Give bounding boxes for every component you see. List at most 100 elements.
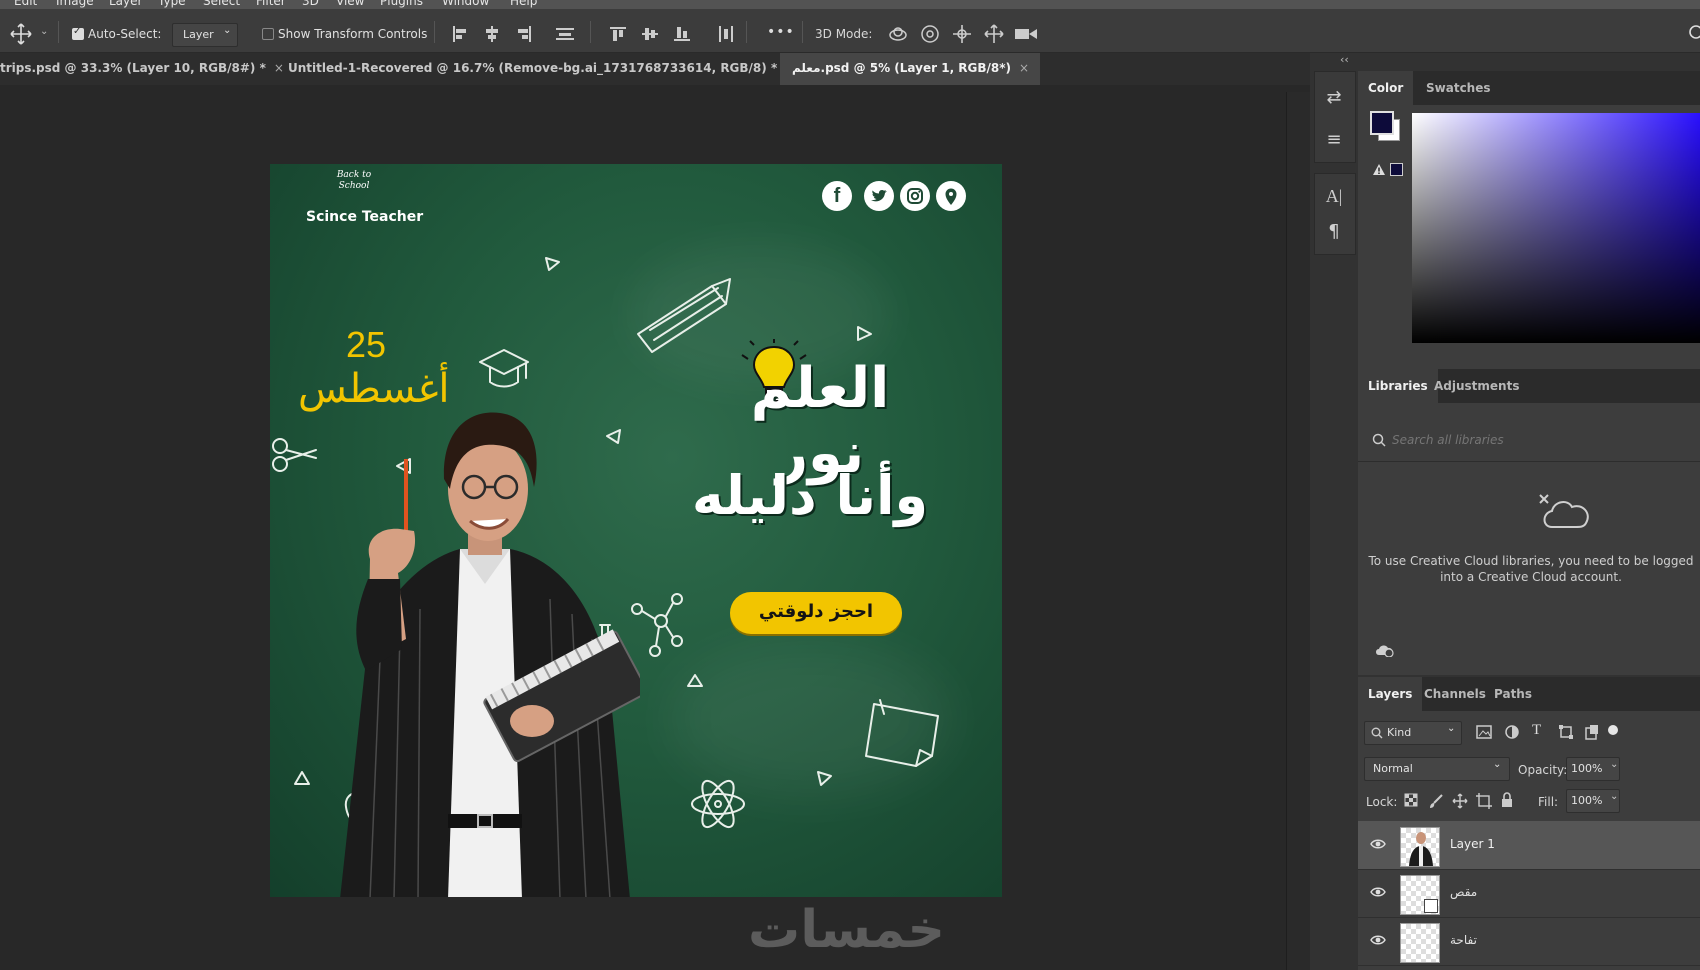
menu-edit[interactable]: Edit [14, 0, 37, 8]
search-icon[interactable] [1688, 24, 1700, 44]
teacher-photo [340, 412, 640, 897]
tab-moalem[interactable]: معلم.psd @ 5% (Layer 1, RGB/8*) × [780, 53, 1040, 85]
layers-panel: Kind ⌄ T Normal ⌄ Opacity: 100% ⌄ Lock: … [1358, 711, 1700, 970]
3d-mode-label: 3D Mode: [815, 27, 873, 41]
orbit-3d-icon[interactable] [888, 24, 908, 44]
cloud-offline-icon [1376, 645, 1394, 657]
close-icon[interactable]: × [1019, 61, 1029, 75]
layer-name: تفاحة [1450, 933, 1477, 947]
layer-kind-filter[interactable]: Kind ⌄ [1364, 721, 1462, 745]
layer-row-apple[interactable]: تفاحة [1358, 917, 1700, 966]
move-tool-icon[interactable] [10, 23, 32, 45]
eye-visibility-icon[interactable] [1370, 836, 1386, 852]
canvas-scrollbar[interactable] [1286, 92, 1311, 970]
filter-image-icon[interactable] [1476, 725, 1492, 739]
cta-button: احجز دلوقتي [730, 592, 902, 634]
align-middle-icon[interactable] [642, 26, 658, 42]
warning-icon [1373, 164, 1385, 175]
tab-trips[interactable]: trips.psd @ 33.3% (Layer 10, RGB/8#) * × [0, 53, 284, 85]
tab-adjustments[interactable]: Adjustments [1424, 369, 1529, 403]
chevron-down-icon[interactable]: ⌄ [1610, 759, 1618, 770]
menu-bar: Edit Image Layer Type Select Filter 3D V… [0, 0, 1700, 9]
menu-window[interactable]: Window [442, 0, 489, 8]
event-day: 25 [346, 324, 387, 365]
show-transform-checkbox[interactable] [262, 28, 274, 40]
filter-smart-object-icon[interactable] [1584, 724, 1600, 740]
eye-visibility-icon[interactable] [1370, 932, 1386, 948]
show-transform-label: Show Transform Controls [278, 27, 428, 41]
align-top-icon[interactable] [610, 26, 626, 42]
color-picker-field[interactable] [1412, 113, 1700, 343]
layer-thumbnail [1400, 923, 1440, 963]
slide-3d-icon[interactable] [984, 24, 1004, 44]
menu-filter[interactable]: Filter [256, 0, 286, 8]
graduation-cap-icon [479, 349, 529, 388]
align-center-h-icon[interactable] [484, 26, 500, 42]
lock-artboard-icon[interactable] [1476, 793, 1492, 809]
tab-layers[interactable]: Layers [1358, 677, 1423, 711]
layer-name: Layer 1 [1450, 837, 1495, 851]
roll-3d-icon[interactable] [920, 24, 940, 44]
menu-help[interactable]: Help [510, 0, 537, 8]
character-icon[interactable]: A| [1321, 183, 1347, 209]
auto-select-dropdown[interactable]: Layer ⌄ [172, 23, 238, 47]
right-panel-dock: Color Swatches Libraries Adjustments To … [1358, 53, 1700, 970]
gamut-color-swatch[interactable] [1390, 163, 1403, 176]
lock-pixels-brush-icon[interactable] [1428, 793, 1444, 809]
foreground-color-swatch[interactable] [1370, 111, 1394, 135]
eye-visibility-icon[interactable] [1370, 884, 1386, 900]
align-bottom-icon[interactable] [674, 26, 690, 42]
collapse-panels-icon[interactable]: ‹‹ [1340, 53, 1349, 66]
distribute-icon[interactable] [556, 26, 574, 42]
atom-doodle-icon [691, 779, 745, 829]
layer-row-scissors[interactable]: مقص [1358, 869, 1700, 918]
lock-transparent-icon[interactable] [1404, 793, 1418, 807]
document-canvas[interactable]: Back to School Scince Teacher f 25 أغسطس… [270, 164, 1002, 897]
pan-3d-icon[interactable] [952, 24, 972, 44]
tab-color[interactable]: Color [1358, 71, 1414, 105]
libraries-panel: To use Creative Cloud libraries, you nee… [1358, 403, 1700, 675]
layer-row-layer-1[interactable]: Layer 1 [1358, 821, 1700, 870]
tab-paths[interactable]: Paths [1484, 677, 1542, 711]
chevron-down-icon[interactable]: ⌄ [1610, 791, 1618, 802]
menu-3d[interactable]: 3D [302, 0, 319, 8]
lock-position-icon[interactable] [1452, 793, 1468, 809]
auto-select-checkbox[interactable] [72, 26, 84, 40]
layer-thumbnail [1400, 875, 1440, 915]
filter-toggle[interactable] [1608, 725, 1618, 735]
distribute-v-icon[interactable] [718, 26, 734, 42]
menu-layer[interactable]: Layer [109, 0, 142, 8]
menu-view[interactable]: View [336, 0, 364, 8]
layers-panel-tabs: Layers Channels Paths [1358, 677, 1700, 711]
library-search-input[interactable] [1390, 427, 1694, 453]
divider [58, 21, 59, 43]
pencil-doodle-icon [637, 278, 731, 353]
chevron-down-icon[interactable]: ⌄ [40, 26, 48, 37]
auto-select-label: Auto-Select: [88, 27, 162, 41]
filter-shape-icon[interactable] [1558, 724, 1574, 740]
tab-untitled-recovered[interactable]: Untitled-1-Recovered @ 16.7% (Remove-bg.… [288, 53, 795, 85]
menu-select[interactable]: Select [203, 0, 240, 8]
instagram-icon [900, 181, 930, 211]
color-panel-tabs: Color Swatches [1358, 71, 1700, 105]
align-right-icon[interactable] [516, 26, 532, 42]
history-icon[interactable]: ⇄ [1321, 85, 1347, 111]
video-camera-icon[interactable] [1014, 26, 1038, 42]
lock-all-icon[interactable] [1500, 792, 1514, 808]
align-left-icon[interactable] [452, 26, 468, 42]
menu-image[interactable]: Image [56, 0, 94, 8]
close-icon[interactable]: × [274, 61, 284, 75]
lock-label: Lock: [1366, 795, 1398, 809]
tab-swatches[interactable]: Swatches [1416, 71, 1501, 105]
blend-mode-select[interactable]: Normal ⌄ [1364, 757, 1510, 781]
filter-type-icon[interactable]: T [1532, 722, 1541, 739]
libraries-panel-tabs: Libraries Adjustments [1358, 369, 1700, 403]
panel-icon-strip: ‹‹ ⇄ ≡ A| ¶ [1310, 53, 1358, 970]
filter-adjustment-icon[interactable] [1504, 724, 1520, 740]
menu-plugins[interactable]: Plugins [380, 0, 423, 8]
fill-label: Fill: [1538, 795, 1559, 809]
more-options-button[interactable]: ••• [767, 24, 795, 40]
menu-type[interactable]: Type [158, 0, 186, 8]
properties-sliders-icon[interactable]: ≡ [1321, 127, 1347, 153]
paragraph-icon[interactable]: ¶ [1321, 219, 1347, 245]
